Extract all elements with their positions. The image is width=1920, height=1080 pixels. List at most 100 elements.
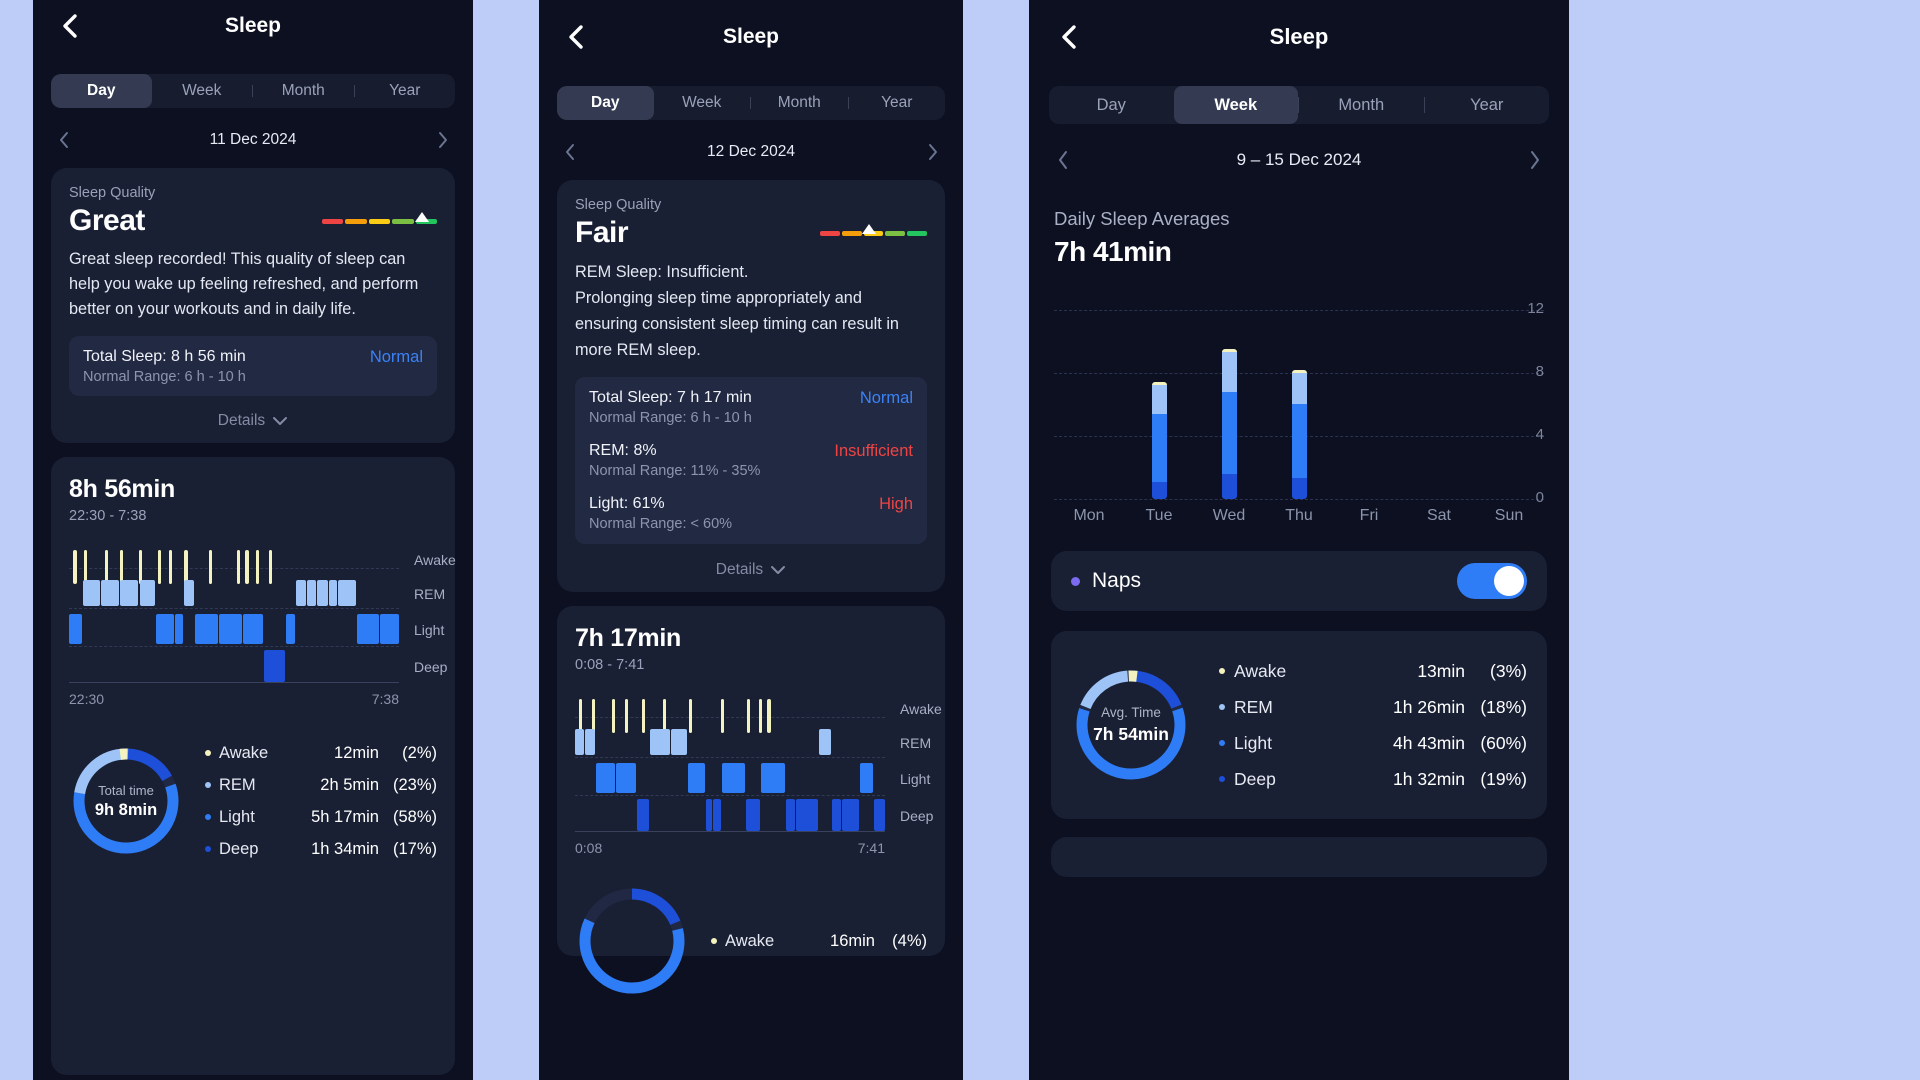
averages-label: Daily Sleep Averages — [1054, 208, 1230, 229]
next-card-peek — [1051, 837, 1547, 877]
hypnogram-canvas — [69, 546, 399, 683]
hypnogram-awake-tick — [139, 550, 143, 584]
hypnogram-chart: Awake REM Light Deep 22:30 7:38 — [69, 546, 456, 707]
quality-label: Sleep Quality — [575, 197, 662, 213]
x-label-sun: Sun — [1494, 507, 1524, 524]
metric-range: Normal Range: 6 h - 10 h — [83, 369, 246, 385]
date-next-button[interactable] — [921, 139, 943, 165]
metrics-block: Total Sleep: 7 h 17 min Normal Range: 6 … — [575, 377, 927, 544]
sleep-summary: Awake 16min (4%) — [575, 884, 927, 998]
back-button[interactable] — [561, 0, 591, 74]
date-prev-button[interactable] — [53, 127, 75, 153]
tab-day[interactable]: Day — [557, 86, 654, 120]
hypnogram-stage-block — [688, 763, 705, 793]
tab-year[interactable]: Year — [355, 74, 456, 108]
date-next-button[interactable] — [431, 127, 453, 153]
legend-value: 4h 43min — [1393, 732, 1465, 753]
panel-week-9-15-dec: Sleep Day Week Month Year 9 – 15 Dec 202… — [1029, 0, 1569, 1080]
tab-year[interactable]: Year — [849, 86, 946, 120]
date-prev-button[interactable] — [559, 139, 581, 165]
gauge-segment-fair — [841, 230, 862, 236]
tab-week[interactable]: Week — [654, 86, 751, 120]
metric-status: Insufficient — [834, 442, 913, 460]
chart-y-tick-label: 12 — [1527, 299, 1544, 317]
back-button[interactable] — [1054, 0, 1084, 74]
summary-legend: Awake 12min (2%) REM 2h 5min (23%) Light… — [205, 737, 437, 865]
hypnogram-stage-block — [69, 614, 82, 644]
x-label-mon: Mon — [1073, 507, 1105, 524]
legend-label: Awake — [219, 743, 269, 762]
date-label: 11 Dec 2024 — [209, 131, 297, 148]
hypnogram-stage-block — [615, 763, 637, 793]
legend-label: Awake — [725, 931, 775, 950]
chart-bar-segment-light — [1151, 413, 1167, 482]
tab-year[interactable]: Year — [1425, 86, 1550, 124]
legend-row-light: Light 4h 43min (60%) — [1219, 725, 1527, 761]
chart-bar-segment-light — [1221, 391, 1237, 474]
panel1-header: Sleep — [55, 0, 451, 52]
chart-gridline — [1054, 499, 1544, 500]
details-toggle[interactable]: Details — [69, 412, 437, 430]
legend-value: 1h 32min — [1393, 768, 1465, 789]
x-label-thu: Thu — [1285, 507, 1313, 524]
tab-month[interactable]: Month — [1299, 86, 1424, 124]
weekly-summary-card: Avg. Time 7h 54min Awake 13min (3%) REM — [1051, 631, 1547, 819]
hypnogram-stage-block — [296, 580, 307, 606]
legend-value: 2h 5min — [320, 775, 379, 794]
hypnogram-stage-block — [357, 614, 379, 644]
tab-week[interactable]: Week — [1173, 86, 1298, 124]
date-next-button[interactable] — [1523, 146, 1547, 174]
naps-label: Naps — [1092, 569, 1142, 592]
tab-week[interactable]: Week — [152, 74, 253, 108]
hypnogram-duration: 8h 56min — [69, 475, 175, 503]
summary-legend: Awake 13min (3%) REM 1h 26min (18%) Ligh… — [1219, 653, 1527, 797]
axis-start: 22:30 — [69, 691, 105, 707]
legend-label: Awake — [1234, 660, 1287, 681]
chart-bar — [1291, 369, 1307, 499]
hypnogram-gridline — [69, 646, 399, 647]
tab-day[interactable]: Day — [51, 74, 152, 108]
gauge-marker — [415, 212, 430, 222]
hypnogram-awake-tick — [758, 699, 762, 733]
gauge-marker — [861, 224, 876, 234]
legend-percent: (18%) — [1480, 696, 1527, 717]
naps-toggle[interactable] — [1457, 563, 1527, 599]
hypnogram-duration: 7h 17min — [575, 624, 681, 652]
hypnogram-awake-tick — [104, 550, 108, 584]
metric-range: Normal Range: < 60% — [589, 516, 733, 532]
chart-bar-segment-awake — [1151, 382, 1167, 386]
legend-label: Deep — [1234, 768, 1276, 789]
sleep-quality-card: Sleep Quality Great Great sleep recorded… — [51, 168, 455, 443]
metric-title: Light: 61% — [589, 495, 665, 512]
hypnogram-time-range: 22:30 - 7:38 — [69, 508, 147, 524]
date-prev-button[interactable] — [1051, 146, 1075, 174]
hypnogram-stage-block — [242, 614, 263, 644]
hypnogram-stage-block — [194, 614, 218, 644]
tab-day[interactable]: Day — [1049, 86, 1174, 124]
back-button[interactable] — [55, 0, 85, 52]
metric-left: Light: 61% Normal Range: < 60% — [589, 495, 732, 532]
details-toggle[interactable]: Details — [575, 561, 927, 579]
hypnogram-awake-tick — [663, 699, 667, 733]
light-color-dot — [1219, 740, 1225, 746]
metric-row: REM: 8% Normal Range: 11% - 35% Insuffic… — [589, 442, 913, 479]
summary-legend: Awake 16min (4%) — [711, 925, 927, 957]
hypnogram-card: 8h 56min 22:30 - 7:38 Awake REM Light De… — [51, 457, 456, 1075]
tab-month[interactable]: Month — [253, 74, 354, 108]
legend-percent: (17%) — [392, 839, 437, 858]
hypnogram-time-range: 0:08 - 7:41 — [575, 657, 645, 673]
hypnogram-awake-tick — [747, 699, 751, 733]
hypnogram-gridline — [575, 795, 885, 796]
chevron-left-icon — [63, 14, 77, 38]
legend-percent: (60%) — [1480, 732, 1527, 753]
quality-gauge — [322, 212, 438, 229]
light-color-dot — [205, 814, 211, 820]
gauge-segment-good — [885, 230, 906, 236]
metric-left: REM: 8% Normal Range: 11% - 35% — [589, 442, 760, 479]
tab-month[interactable]: Month — [751, 86, 848, 120]
hypnogram-gridline — [69, 608, 399, 609]
date-label: 12 Dec 2024 — [707, 143, 795, 160]
hypnogram-card: 7h 17min 0:08 - 7:41 Awake REM Light Dee… — [557, 606, 945, 994]
hypnogram-stage-block — [670, 729, 688, 755]
screenshot-root: Sleep Day Week Month Year 11 Dec 2024 Sl… — [0, 0, 1920, 1080]
